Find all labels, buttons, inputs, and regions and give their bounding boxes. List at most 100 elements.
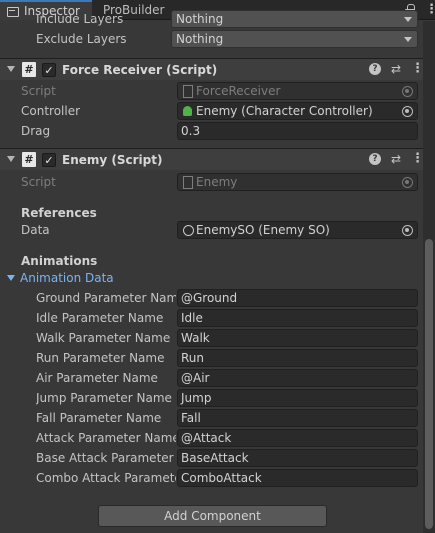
script-icon: # bbox=[22, 152, 36, 167]
controller-label: Controller bbox=[21, 104, 81, 118]
param-value: Run bbox=[181, 351, 205, 365]
param-value: BaseAttack bbox=[181, 451, 249, 465]
object-picker-icon[interactable] bbox=[402, 106, 413, 117]
script-label: Script bbox=[21, 175, 56, 189]
param-value: @Attack bbox=[181, 431, 232, 445]
foldout-arrow-icon[interactable] bbox=[7, 156, 15, 162]
help-icon[interactable]: ? bbox=[369, 63, 381, 75]
data-row: Data EnemySO (Enemy SO) bbox=[0, 220, 423, 240]
drag-row: Drag 0.3 bbox=[0, 121, 423, 141]
param-input[interactable]: @Air bbox=[177, 369, 418, 387]
param-label: Base Attack Parameter Name bbox=[36, 451, 176, 465]
object-picker-icon bbox=[402, 86, 413, 97]
references-header: References bbox=[21, 206, 97, 220]
controller-row: Controller Enemy (Character Controller) bbox=[0, 101, 423, 121]
enemy-script-row: Script Enemy bbox=[0, 172, 423, 192]
script-value: ForceReceiver bbox=[196, 84, 281, 98]
force-receiver-title: Force Receiver (Script) bbox=[62, 62, 218, 77]
param-input[interactable]: Walk bbox=[177, 329, 418, 347]
param-row: Jump Parameter Name Jump bbox=[0, 388, 423, 408]
param-input[interactable]: Idle bbox=[177, 309, 418, 327]
vertical-scrollbar[interactable] bbox=[423, 21, 435, 533]
param-label: Run Parameter Name bbox=[36, 351, 165, 365]
param-value: @Ground bbox=[181, 291, 238, 305]
param-label: Attack Parameter Name bbox=[36, 431, 176, 445]
data-field[interactable]: EnemySO (Enemy SO) bbox=[177, 221, 418, 239]
animation-data-label: Animation Data bbox=[20, 271, 114, 285]
param-input[interactable]: Run bbox=[177, 349, 418, 367]
enemy-script-field: Enemy bbox=[177, 173, 418, 191]
exclude-layers-value: Nothing bbox=[176, 32, 224, 46]
param-label: Idle Parameter Name bbox=[36, 311, 164, 325]
param-row: Air Parameter Name @Air bbox=[0, 368, 423, 388]
exclude-layers-label: Exclude Layers bbox=[36, 32, 127, 46]
param-row: Base Attack Parameter Name BaseAttack bbox=[0, 448, 423, 468]
kebab-menu-icon[interactable]: ⋮ bbox=[411, 62, 424, 75]
add-component-button[interactable]: Add Component bbox=[98, 505, 327, 527]
object-picker-icon[interactable] bbox=[402, 225, 413, 236]
param-value: ComboAttack bbox=[181, 471, 262, 485]
script-value: Enemy bbox=[196, 175, 238, 189]
param-label: Walk Parameter Name bbox=[36, 331, 171, 345]
presets-icon[interactable]: ⇄ bbox=[390, 153, 402, 165]
param-input[interactable]: Jump bbox=[177, 389, 418, 407]
param-row: Fall Parameter Name Fall bbox=[0, 408, 423, 428]
enemy-header[interactable]: # ✓ Enemy (Script) ? ⇄ ⋮ bbox=[0, 148, 424, 170]
presets-icon[interactable]: ⇄ bbox=[390, 63, 402, 75]
data-value: EnemySO (Enemy SO) bbox=[196, 223, 330, 237]
param-label: Fall Parameter Name bbox=[36, 411, 162, 425]
enemy-title: Enemy (Script) bbox=[62, 152, 163, 167]
param-row: Walk Parameter Name Walk bbox=[0, 328, 423, 348]
object-picker-icon bbox=[402, 177, 413, 188]
foldout-arrow-icon[interactable] bbox=[7, 66, 15, 72]
param-row: Run Parameter Name Run bbox=[0, 348, 423, 368]
param-row: Idle Parameter Name Idle bbox=[0, 308, 423, 328]
param-row: Combo Attack Parameter Name ComboAttack bbox=[0, 468, 423, 488]
kebab-menu-icon[interactable]: ⋮ bbox=[411, 152, 424, 165]
enemy-header-icons: ? ⇄ ⋮ bbox=[369, 152, 424, 165]
param-value: Jump bbox=[181, 391, 212, 405]
param-value: Walk bbox=[181, 331, 210, 345]
force-receiver-enabled-checkbox[interactable]: ✓ bbox=[42, 63, 56, 77]
scriptable-object-icon bbox=[182, 224, 194, 236]
animations-header: Animations bbox=[21, 254, 98, 268]
force-receiver-script-field: ForceReceiver bbox=[177, 82, 418, 100]
script-file-icon bbox=[182, 85, 193, 98]
param-value: @Air bbox=[181, 371, 210, 385]
param-label: Ground Parameter Name bbox=[36, 291, 176, 305]
param-value: Idle bbox=[181, 311, 203, 325]
animation-data-foldout[interactable]: Animation Data bbox=[7, 271, 114, 285]
force-receiver-header-icons: ? ⇄ ⋮ bbox=[369, 62, 424, 75]
exclude-layers-dropdown[interactable]: Nothing bbox=[171, 30, 418, 48]
controller-field[interactable]: Enemy (Character Controller) bbox=[177, 102, 418, 120]
force-receiver-header[interactable]: # ✓ Force Receiver (Script) ? ⇄ ⋮ bbox=[0, 58, 424, 80]
drag-input[interactable]: 0.3 bbox=[177, 122, 418, 140]
exclude-layers-row: Exclude Layers Nothing bbox=[0, 29, 423, 49]
param-input[interactable]: @Attack bbox=[177, 429, 418, 447]
param-value: Fall bbox=[181, 411, 201, 425]
param-label: Air Parameter Name bbox=[36, 371, 158, 385]
param-input[interactable]: ComboAttack bbox=[177, 469, 418, 487]
foldout-expanded-icon bbox=[7, 275, 15, 281]
param-input[interactable]: BaseAttack bbox=[177, 449, 418, 467]
param-label: Jump Parameter Name bbox=[36, 391, 172, 405]
controller-value: Enemy (Character Controller) bbox=[196, 104, 373, 118]
scrollbar-thumb[interactable] bbox=[425, 239, 433, 529]
help-icon[interactable]: ? bbox=[369, 153, 381, 165]
force-receiver-script-row: Script ForceReceiver bbox=[0, 81, 423, 101]
script-icon: # bbox=[22, 62, 36, 77]
script-label: Script bbox=[21, 84, 56, 98]
character-controller-icon bbox=[182, 105, 193, 117]
drag-label: Drag bbox=[21, 124, 51, 138]
script-file-icon bbox=[182, 176, 193, 189]
data-label: Data bbox=[21, 223, 50, 237]
param-input[interactable]: @Ground bbox=[177, 289, 418, 307]
param-row: Ground Parameter Name @Ground bbox=[0, 288, 423, 308]
param-row: Attack Parameter Name @Attack bbox=[0, 428, 423, 448]
tab-bar-overlay bbox=[0, 0, 435, 20]
drag-value: 0.3 bbox=[181, 124, 201, 138]
chevron-down-icon bbox=[404, 37, 412, 42]
enemy-enabled-checkbox[interactable]: ✓ bbox=[42, 153, 56, 167]
param-label: Combo Attack Parameter Name bbox=[36, 471, 176, 485]
param-input[interactable]: Fall bbox=[177, 409, 418, 427]
